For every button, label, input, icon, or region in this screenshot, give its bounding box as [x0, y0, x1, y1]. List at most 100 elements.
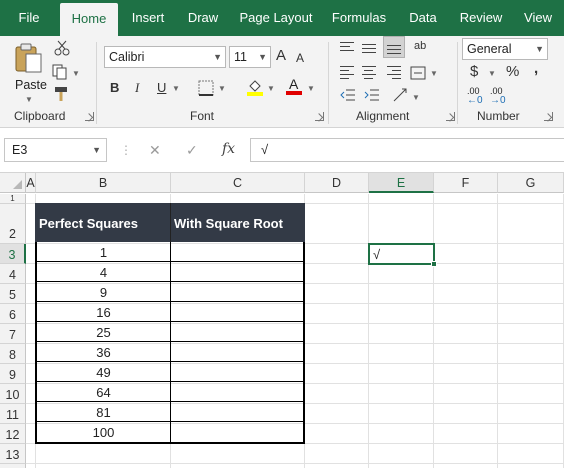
cell-b5[interactable]: 9 — [37, 282, 171, 302]
comma-button[interactable]: , — [534, 61, 538, 77]
tab-view[interactable]: View — [518, 0, 558, 36]
cell-c3[interactable] — [172, 242, 305, 262]
percent-button[interactable]: % — [506, 64, 519, 80]
active-cell-e3[interactable]: √ — [368, 243, 437, 267]
cell-b9[interactable]: 49 — [37, 362, 171, 382]
row-header-9[interactable]: 9 — [0, 364, 26, 384]
increase-decimal-button[interactable]: .00 ←0 — [467, 86, 487, 106]
cell-c4[interactable] — [172, 262, 305, 282]
wrap-text-icon[interactable]: ab — [414, 38, 426, 54]
column-header-e[interactable]: E — [369, 173, 434, 193]
cell-b11[interactable]: 81 — [37, 402, 171, 422]
cell-b8[interactable]: 36 — [37, 342, 171, 362]
clipboard-launcher-icon[interactable] — [85, 112, 94, 121]
align-bottom-button[interactable] — [383, 36, 405, 58]
row-header-2[interactable]: 2 — [0, 204, 26, 244]
enter-icon[interactable]: ✓ — [186, 142, 198, 159]
formula-input[interactable]: √ — [250, 138, 564, 162]
cell-c8[interactable] — [172, 342, 305, 362]
row-header-12[interactable]: 12 — [0, 424, 26, 444]
row-header-13[interactable]: 13 — [0, 444, 26, 464]
underline-dropdown-icon[interactable]: ▼ — [172, 84, 180, 93]
cell-b10[interactable]: 64 — [37, 382, 171, 402]
decrease-indent-icon[interactable] — [340, 88, 356, 102]
borders-icon[interactable] — [198, 80, 214, 96]
row-header-3[interactable]: 3 — [0, 244, 26, 264]
row-header-8[interactable]: 8 — [0, 344, 26, 364]
format-painter-icon[interactable] — [53, 86, 71, 102]
cell-b3[interactable]: 1 — [37, 242, 171, 262]
fill-color-dropdown-icon[interactable]: ▼ — [267, 84, 275, 93]
underline-button[interactable]: U — [157, 80, 166, 96]
font-size-combo[interactable]: 11 ▼ — [229, 46, 271, 68]
cell-b4[interactable]: 4 — [37, 262, 171, 282]
tab-home[interactable]: Home — [60, 3, 118, 36]
italic-button[interactable]: I — [135, 80, 139, 96]
cell-c10[interactable] — [172, 382, 305, 402]
align-center-icon[interactable] — [362, 66, 376, 82]
tab-review[interactable]: Review — [456, 0, 506, 36]
orientation-icon[interactable] — [392, 87, 408, 103]
currency-dropdown-icon[interactable]: ▼ — [488, 69, 496, 78]
copy-dropdown-icon[interactable]: ▼ — [72, 69, 80, 78]
borders-dropdown-icon[interactable]: ▼ — [218, 84, 226, 93]
row-header-10[interactable]: 10 — [0, 384, 26, 404]
row-header-5[interactable]: 5 — [0, 284, 26, 304]
tab-page-layout[interactable]: Page Layout — [236, 0, 316, 36]
select-all-corner[interactable] — [0, 173, 26, 193]
fill-handle[interactable] — [431, 261, 437, 267]
column-header-d[interactable]: D — [305, 173, 369, 193]
number-format-combo[interactable]: General ▼ — [462, 38, 548, 60]
copy-icon[interactable] — [52, 64, 70, 80]
header-with-square-root[interactable]: With Square Root — [170, 203, 305, 242]
cell-c9[interactable] — [172, 362, 305, 382]
paste-dropdown-icon[interactable]: ▼ — [25, 95, 33, 104]
column-header-f[interactable]: F — [434, 173, 498, 193]
column-header-g[interactable]: G — [498, 173, 564, 193]
font-color-dropdown-icon[interactable]: ▼ — [307, 84, 315, 93]
cancel-icon[interactable]: ✕ — [149, 142, 161, 159]
tab-data[interactable]: Data — [405, 0, 441, 36]
cell-c12[interactable] — [172, 422, 305, 442]
align-top-icon[interactable] — [340, 42, 354, 54]
column-header-c[interactable]: C — [171, 173, 305, 193]
number-launcher-icon[interactable] — [544, 112, 553, 121]
merge-dropdown-icon[interactable]: ▼ — [430, 69, 438, 78]
column-header-a[interactable]: A — [26, 173, 36, 193]
row-header-4[interactable]: 4 — [0, 264, 26, 284]
align-right-icon[interactable] — [387, 66, 401, 82]
row-header-6[interactable]: 6 — [0, 304, 26, 324]
row-header-1[interactable]: 1 — [0, 194, 26, 204]
fill-color-icon[interactable] — [246, 78, 264, 96]
row-header-11[interactable]: 11 — [0, 404, 26, 424]
merge-center-icon[interactable] — [410, 66, 426, 80]
cell-c6[interactable] — [172, 302, 305, 322]
font-color-button[interactable]: A — [286, 76, 304, 96]
font-name-combo[interactable]: Calibri ▼ — [104, 46, 226, 68]
orientation-dropdown-icon[interactable]: ▼ — [412, 93, 420, 102]
row-header-7[interactable]: 7 — [0, 324, 26, 344]
cell-c5[interactable] — [172, 282, 305, 302]
cell-b6[interactable]: 16 — [37, 302, 171, 322]
decrease-decimal-button[interactable]: .00 →0 — [490, 86, 510, 106]
name-box[interactable]: E3 ▼ — [4, 138, 107, 162]
align-middle-icon[interactable] — [362, 44, 376, 56]
row-header-14[interactable]: 14 — [0, 464, 26, 468]
tab-formulas[interactable]: Formulas — [328, 0, 390, 36]
cut-icon[interactable] — [54, 40, 70, 56]
shrink-font-icon[interactable]: A — [296, 50, 304, 66]
column-header-b[interactable]: B — [36, 173, 171, 193]
insert-function-icon[interactable]: fx — [222, 141, 235, 157]
alignment-launcher-icon[interactable] — [446, 112, 455, 121]
bold-button[interactable]: B — [110, 80, 119, 96]
increase-indent-icon[interactable] — [364, 88, 380, 102]
align-left-icon[interactable] — [340, 66, 354, 82]
tab-file[interactable]: File — [9, 0, 49, 36]
cell-b7[interactable]: 25 — [37, 322, 171, 342]
tab-insert[interactable]: Insert — [126, 0, 170, 36]
cell-b12[interactable]: 100 — [37, 422, 171, 442]
header-perfect-squares[interactable]: Perfect Squares — [35, 203, 169, 242]
cell-c11[interactable] — [172, 402, 305, 422]
tab-draw[interactable]: Draw — [183, 0, 223, 36]
currency-button[interactable]: $ — [470, 64, 478, 80]
